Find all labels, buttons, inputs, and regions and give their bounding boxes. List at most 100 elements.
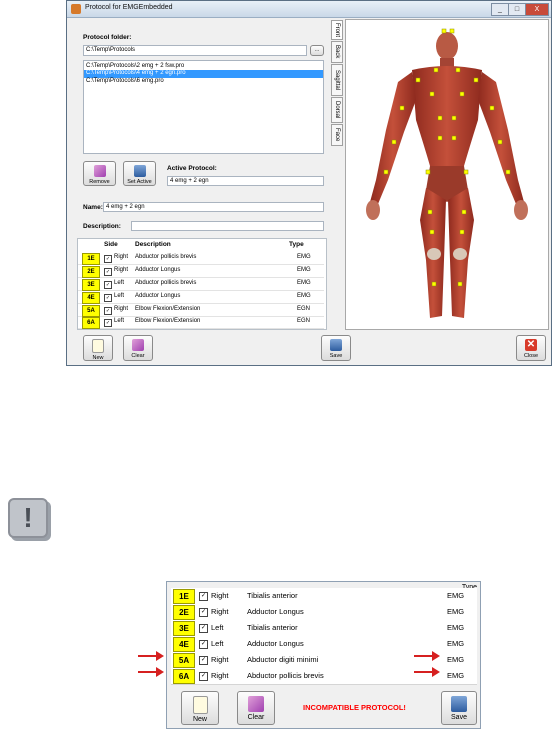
incompatible-protocol-message: INCOMPATIBLE PROTOCOL!: [303, 703, 406, 712]
type-cell[interactable]: EMG: [447, 591, 464, 600]
channel-checkbox[interactable]: ✓: [199, 640, 208, 649]
tab-back[interactable]: Back: [331, 41, 343, 63]
side-cell[interactable]: Right: [211, 607, 229, 616]
channel-checkbox[interactable]: ✓: [199, 608, 208, 617]
channel-checkbox[interactable]: ✓: [104, 294, 112, 302]
tab-sagittal[interactable]: Sagittal: [331, 64, 343, 96]
type-cell[interactable]: EMG: [297, 254, 311, 260]
clear-button[interactable]: Clear: [123, 335, 153, 361]
grid-header-type: Type: [289, 241, 304, 248]
description-label: Description:: [83, 223, 121, 230]
channel-checkbox[interactable]: ✓: [199, 656, 208, 665]
description-input[interactable]: [131, 221, 324, 231]
save-button-label: Save: [329, 353, 343, 359]
side-cell[interactable]: Right: [211, 671, 229, 680]
tab-front[interactable]: Front: [331, 20, 343, 40]
save-button[interactable]: Save: [321, 335, 351, 361]
close-window-button[interactable]: X: [525, 3, 549, 16]
description-cell[interactable]: Elbow Flexion/Extension: [135, 318, 200, 324]
table-row[interactable]: 4E ✓ Left Adductor Longus EMG: [78, 291, 324, 304]
clear-button[interactable]: Clear: [237, 691, 275, 725]
channel-grid: Side Description Type 1E ✓ Right Abducto…: [77, 238, 327, 330]
table-row[interactable]: 2E ✓ Right Adductor Longus EMG: [171, 604, 477, 621]
channel-checkbox[interactable]: ✓: [199, 672, 208, 681]
new-button[interactable]: New: [181, 691, 219, 725]
side-cell[interactable]: Right: [114, 267, 128, 273]
protocol-file-item[interactable]: C:\Temp\Protocols\2 emg + 2 fsw.pro: [84, 61, 323, 70]
description-cell[interactable]: Adductor Longus: [135, 267, 180, 273]
description-cell[interactable]: Tibialis anterior: [247, 623, 298, 632]
table-row[interactable]: 6A ✓ Left Elbow Flexion/Extension EGN: [78, 316, 324, 329]
type-cell[interactable]: EMG: [447, 623, 464, 632]
description-cell[interactable]: Abductor pollicis brevis: [135, 280, 196, 286]
set-active-button[interactable]: Set Active: [123, 161, 156, 186]
browse-folder-button[interactable]: ...: [310, 45, 324, 56]
type-cell[interactable]: EMG: [447, 671, 464, 680]
protocol-file-list[interactable]: C:\Temp\Protocols\2 emg + 2 fsw.pro C:\T…: [83, 60, 324, 154]
muscle-body-figure[interactable]: [346, 20, 548, 329]
table-row[interactable]: 2E ✓ Right Adductor Longus EMG: [78, 265, 324, 278]
type-cell[interactable]: EMG: [447, 655, 464, 664]
description-cell[interactable]: Elbow Flexion/Extension: [135, 306, 200, 312]
table-row[interactable]: 3E ✓ Left Tibialis anterior EMG: [171, 620, 477, 637]
side-cell[interactable]: Left: [211, 639, 224, 648]
protocol-file-item-selected[interactable]: C:\Temp\Protocols\4 emg + 2 egn.pro: [84, 70, 323, 78]
type-cell[interactable]: EMG: [297, 293, 311, 299]
channel-checkbox[interactable]: ✓: [104, 268, 112, 276]
warning-icon: !: [8, 498, 48, 538]
table-row[interactable]: 1E ✓ Right Tibialis anterior EMG: [171, 588, 477, 605]
tab-dorsal[interactable]: Dorsal: [331, 97, 343, 123]
arrow-right-icon: [414, 667, 440, 677]
window-title: Protocol for EMGEmbedded: [85, 4, 173, 11]
side-cell[interactable]: Right: [211, 655, 229, 664]
maximize-button[interactable]: □: [508, 3, 526, 16]
protocol-file-item[interactable]: C:\Temp\Protocols\6 emg.pro: [84, 78, 323, 86]
save-button[interactable]: Save: [441, 691, 477, 725]
active-protocol-label: Active Protocol:: [167, 165, 217, 172]
side-cell[interactable]: Right: [211, 591, 229, 600]
close-button[interactable]: ✕ Close: [516, 335, 546, 361]
side-cell[interactable]: Left: [114, 318, 124, 324]
type-cell[interactable]: EMG: [297, 280, 311, 286]
description-cell[interactable]: Abductor pollicis brevis: [135, 254, 196, 260]
channel-checkbox[interactable]: ✓: [104, 281, 112, 289]
floppy-icon: [451, 696, 467, 712]
arrow-right-icon: [138, 651, 164, 661]
side-cell[interactable]: Right: [114, 254, 128, 260]
side-cell[interactable]: Left: [114, 280, 124, 286]
description-cell[interactable]: Tibialis anterior: [247, 591, 298, 600]
channel-checkbox[interactable]: ✓: [104, 307, 112, 315]
table-row[interactable]: 3E ✓ Left Abductor pollicis brevis EMG: [78, 278, 324, 291]
type-cell[interactable]: EMG: [447, 639, 464, 648]
protocol-folder-input[interactable]: C:\Temp\Protocols: [83, 45, 307, 56]
channel-checkbox[interactable]: ✓: [104, 255, 112, 263]
type-cell[interactable]: EMG: [297, 267, 311, 273]
channel-checkbox[interactable]: ✓: [199, 592, 208, 601]
side-cell[interactable]: Left: [211, 623, 224, 632]
minimize-button[interactable]: _: [491, 3, 509, 16]
description-cell[interactable]: Adductor Longus: [247, 607, 304, 616]
tab-face[interactable]: Face: [331, 124, 343, 146]
channel-checkbox[interactable]: ✓: [199, 624, 208, 633]
channel-checkbox[interactable]: ✓: [104, 319, 112, 327]
new-button-label: New: [192, 716, 207, 723]
new-button[interactable]: New: [83, 335, 113, 361]
channel-label: 1E: [173, 589, 195, 604]
table-row[interactable]: 1E ✓ Right Abductor pollicis brevis EMG: [78, 252, 324, 265]
side-cell[interactable]: Left: [114, 293, 124, 299]
name-input[interactable]: 4 emg + 2 egn: [103, 202, 324, 212]
active-protocol-field: 4 emg + 2 egn: [167, 176, 324, 186]
description-cell[interactable]: Abductor digiti minimi: [247, 655, 318, 664]
remove-button[interactable]: Remove: [83, 161, 116, 186]
grid-header-side: Side: [104, 241, 118, 248]
eraser-icon: [248, 696, 264, 712]
description-cell[interactable]: Adductor Longus: [135, 293, 180, 299]
type-cell[interactable]: EMG: [447, 607, 464, 616]
description-cell[interactable]: Adductor Longus: [247, 639, 304, 648]
floppy-icon: [330, 339, 342, 351]
type-cell[interactable]: EGN: [297, 306, 310, 312]
new-document-icon: [192, 696, 208, 714]
side-cell[interactable]: Right: [114, 306, 128, 312]
type-cell[interactable]: EGN: [297, 318, 310, 324]
description-cell[interactable]: Abductor pollicis brevis: [247, 671, 324, 680]
